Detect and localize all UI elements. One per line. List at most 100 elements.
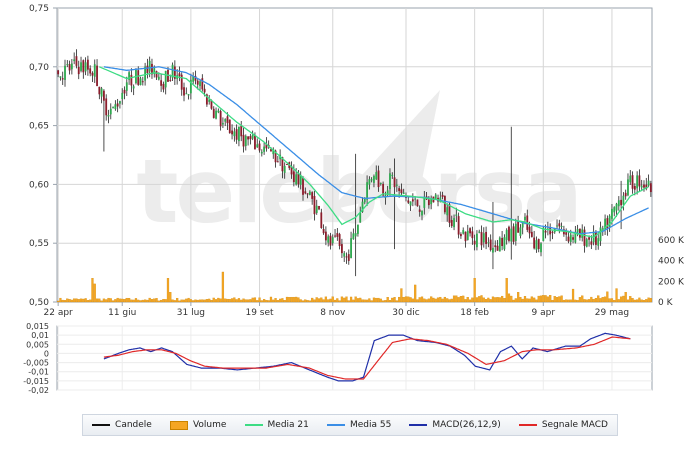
volume-bar xyxy=(434,298,437,303)
candle-body xyxy=(473,240,476,245)
volume-bar xyxy=(73,298,76,303)
volume-bar xyxy=(475,297,479,303)
volume-bar xyxy=(160,299,163,303)
candle-body xyxy=(313,195,316,215)
candle-body xyxy=(137,70,140,85)
volume-bar xyxy=(288,297,291,303)
candle-body xyxy=(80,62,82,71)
volume-bar xyxy=(649,297,652,303)
volume-bar xyxy=(565,299,568,303)
candle-body xyxy=(576,229,579,233)
candle-body xyxy=(391,174,394,176)
candle-body xyxy=(373,176,375,183)
candle-body xyxy=(540,243,542,253)
volume-bar xyxy=(478,296,481,303)
candle-body xyxy=(551,231,554,233)
volume-bar xyxy=(633,299,636,303)
volume-bar xyxy=(77,299,80,303)
volume-bar xyxy=(155,298,158,303)
volume-bar xyxy=(423,298,426,303)
candle-body xyxy=(157,76,160,80)
candle-body xyxy=(597,238,600,246)
volume-bar xyxy=(61,299,64,303)
volume-bar xyxy=(116,297,119,303)
volume-bar xyxy=(299,299,302,303)
volume-bar xyxy=(544,295,547,303)
legend-label: Segnale MACD xyxy=(541,420,608,430)
volume-bar xyxy=(480,295,483,303)
volume-bar xyxy=(379,298,382,303)
candle-body xyxy=(139,78,142,85)
volume-bar xyxy=(521,298,524,303)
candle-body xyxy=(155,71,158,78)
candle-body xyxy=(350,238,352,258)
candle-body xyxy=(178,73,181,77)
candle-body xyxy=(535,240,538,250)
volume-bar xyxy=(381,300,385,303)
volume-bar xyxy=(340,296,344,303)
candle-body xyxy=(276,161,279,163)
macd-panel: 0,0150,010,0050-0,005-0,01-0,015-0,02 xyxy=(23,322,653,395)
volume-tick-label: 400 K xyxy=(658,257,685,267)
volume-bar xyxy=(526,298,529,303)
volume-bar xyxy=(569,299,572,303)
volume-bar xyxy=(315,297,318,303)
volume-bar xyxy=(457,297,460,303)
candle-body xyxy=(464,231,467,242)
volume-bar xyxy=(265,300,268,303)
candle-body xyxy=(343,253,346,257)
volume-bar xyxy=(107,297,110,303)
volume-bar xyxy=(57,300,60,303)
volume-bar xyxy=(523,296,527,303)
candle-body xyxy=(450,220,453,227)
volume-bar xyxy=(203,299,206,303)
volume-bar xyxy=(450,298,453,303)
volume-bar xyxy=(411,298,414,303)
volume-bar xyxy=(221,271,225,303)
volume-bar xyxy=(194,299,197,303)
volume-bar xyxy=(137,299,140,303)
candle-body xyxy=(512,226,515,242)
candle-body xyxy=(68,64,71,71)
candle-body xyxy=(89,68,92,74)
volume-bar xyxy=(345,296,348,303)
candle-body xyxy=(169,79,172,81)
volume-bar xyxy=(226,298,229,303)
volume-bar xyxy=(79,298,83,303)
candle-body xyxy=(263,146,266,152)
volume-bar xyxy=(274,298,277,303)
volume-bar xyxy=(562,299,566,303)
candle-body xyxy=(185,93,188,95)
candle-body xyxy=(217,110,220,113)
legend: Candele Volume Media 21 Media 55 MACD(26,12,… xyxy=(82,414,618,436)
candle-body xyxy=(595,231,597,245)
volume-bar xyxy=(68,299,71,303)
volume-bar xyxy=(182,299,186,303)
candle-body xyxy=(121,92,124,100)
volume-bar xyxy=(313,299,316,303)
volume-bar xyxy=(267,300,270,303)
candle-body xyxy=(112,107,114,109)
candle-body xyxy=(148,60,151,72)
candle-body xyxy=(258,143,261,151)
candle-body xyxy=(395,184,398,186)
volume-bar xyxy=(365,299,369,303)
volume-bar xyxy=(311,297,314,303)
candle-body xyxy=(160,80,163,86)
volume-bar xyxy=(262,299,266,303)
volume-bar xyxy=(427,298,430,303)
volume-bar xyxy=(235,299,238,303)
volume-bar xyxy=(192,300,195,303)
volume-bar xyxy=(601,297,604,303)
volume-bar xyxy=(567,299,570,303)
volume-bar xyxy=(578,297,582,303)
candle-body xyxy=(462,229,465,234)
candle-body xyxy=(370,179,373,181)
volume-bar xyxy=(560,295,563,303)
volume-bar xyxy=(606,291,609,303)
volume-bar xyxy=(519,296,522,303)
volume-bar xyxy=(233,297,236,303)
volume-bar xyxy=(425,299,428,303)
candle-body xyxy=(224,119,227,122)
volume-bar xyxy=(473,278,476,303)
